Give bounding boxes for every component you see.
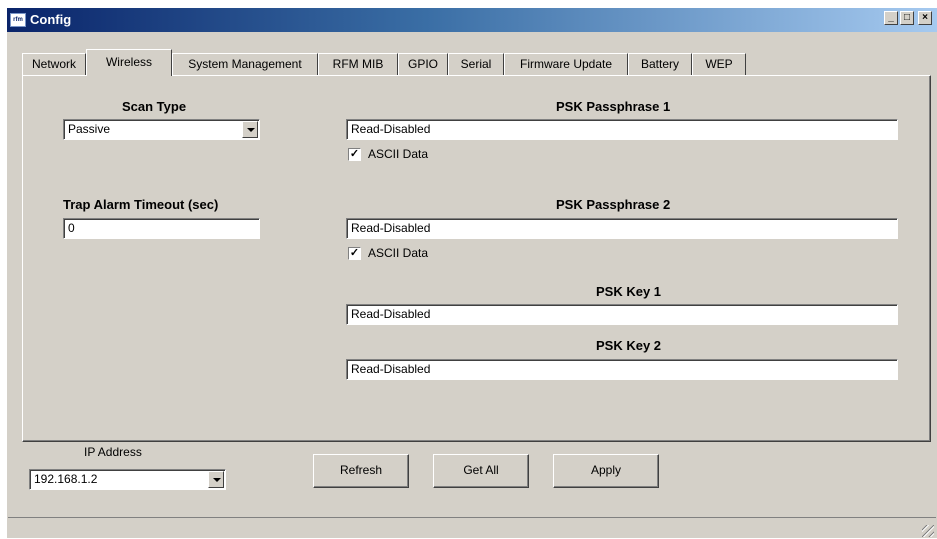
minimize-button[interactable]: _ (884, 11, 898, 25)
psk-passphrase-1-input[interactable]: Read-Disabled (346, 119, 898, 140)
trap-alarm-timeout-input[interactable]: 0 (63, 218, 260, 239)
trap-alarm-timeout-label: Trap Alarm Timeout (sec) (63, 197, 219, 212)
psk-passphrase-2-input[interactable]: Read-Disabled (346, 218, 898, 239)
scan-type-value: Passive (68, 122, 111, 136)
scan-type-select[interactable]: Passive (63, 119, 260, 140)
ascii-data-2-label: ASCII Data (368, 246, 429, 260)
psk-key-1-input[interactable]: Read-Disabled (346, 304, 898, 325)
psk-key-2-input[interactable]: Read-Disabled (346, 359, 898, 380)
check-icon[interactable]: ✓ (348, 148, 361, 161)
ip-address-label: IP Address (84, 445, 142, 459)
resize-grip-icon[interactable] (922, 525, 934, 537)
psk-passphrase-1-label: PSK Passphrase 1 (556, 99, 671, 114)
psk-passphrase-2-label: PSK Passphrase 2 (556, 197, 671, 212)
tab-battery[interactable]: Battery (628, 53, 692, 75)
psk-key-1-label: PSK Key 1 (596, 284, 662, 299)
chevron-down-icon[interactable] (242, 121, 258, 138)
tab-serial[interactable]: Serial (448, 53, 504, 75)
wireless-panel: Scan Type Passive Trap Alarm Timeout (se… (22, 75, 931, 442)
title-bar[interactable]: rfm Config _ □ × (7, 8, 937, 32)
tab-wep[interactable]: WEP (692, 53, 746, 75)
get-all-button[interactable]: Get All (433, 454, 529, 488)
chevron-down-icon[interactable] (208, 471, 224, 488)
close-button[interactable]: × (918, 11, 932, 25)
tab-firmware-update[interactable]: Firmware Update (504, 53, 628, 75)
status-bar (8, 517, 936, 539)
tab-gpio[interactable]: GPIO (398, 53, 448, 75)
apply-button[interactable]: Apply (553, 454, 659, 488)
tab-system-management[interactable]: System Management (172, 53, 318, 75)
app-icon: rfm (10, 13, 26, 27)
tab-wireless[interactable]: Wireless (86, 49, 172, 76)
ip-address-select[interactable]: 192.168.1.2 (29, 469, 226, 490)
psk-key-2-label: PSK Key 2 (596, 338, 662, 353)
ascii-data-1-label: ASCII Data (368, 147, 429, 161)
refresh-button[interactable]: Refresh (313, 454, 409, 488)
maximize-button[interactable]: □ (900, 11, 914, 25)
scan-type-label: Scan Type (122, 99, 187, 114)
check-icon[interactable]: ✓ (348, 247, 361, 260)
config-window: rfm Config _ □ × Network Wireless System… (6, 7, 937, 538)
ip-address-value: 192.168.1.2 (34, 472, 98, 486)
tab-network[interactable]: Network (22, 53, 86, 75)
tab-rfm-mib[interactable]: RFM MIB (318, 53, 398, 75)
window-title: Config (30, 12, 72, 27)
